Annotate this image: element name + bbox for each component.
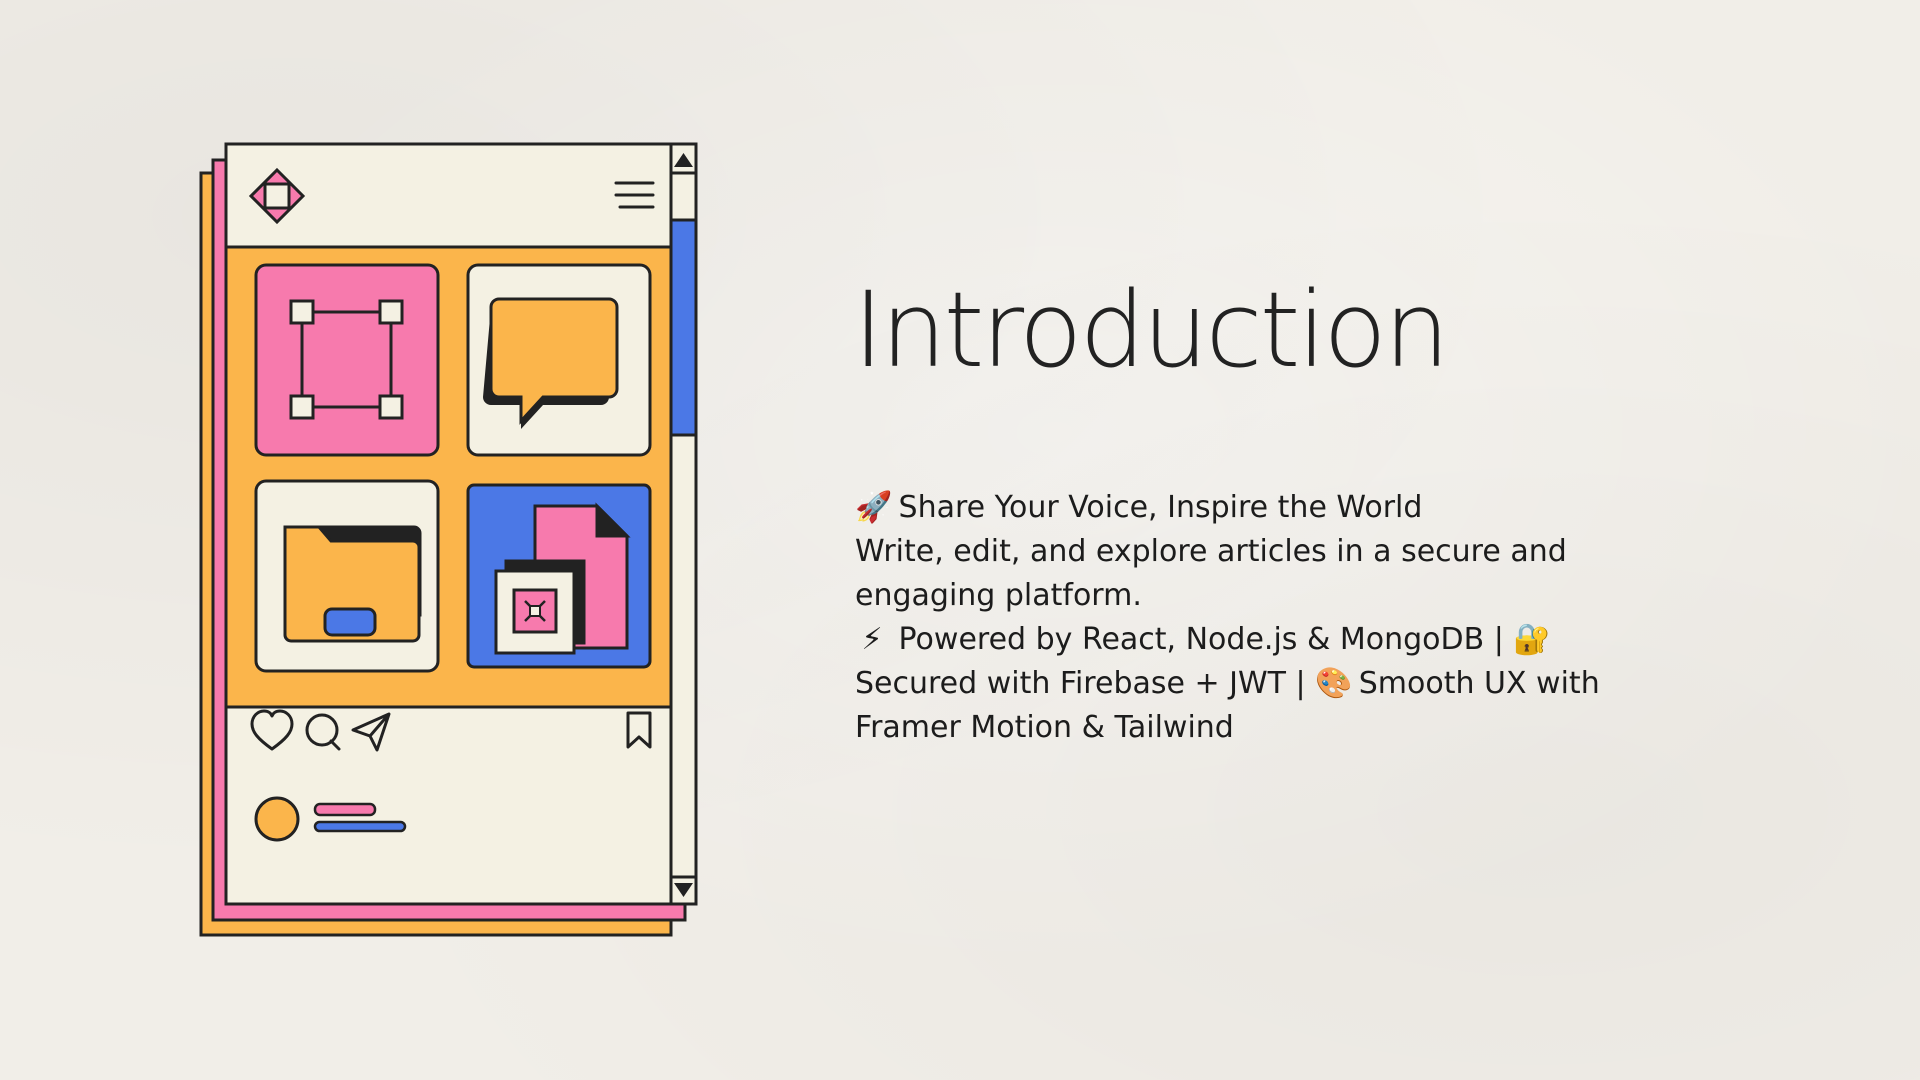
tile-selection (254, 263, 440, 457)
tagline-line: 🚀 Share Your Voice, Inspire the World (855, 486, 1675, 530)
caption-placeholder-bar (313, 820, 407, 833)
slide-title: Introduction (853, 269, 1450, 391)
intro-description: 🚀 Share Your Voice, Inspire the World Wr… (855, 486, 1675, 750)
palette-icon: 🎨 (1315, 666, 1353, 701)
description-line-1: Write, edit, and explore articles in a s… (855, 534, 1567, 569)
description-line-2: engaging platform. (855, 578, 1142, 613)
lightning-icon: ⚡ (861, 622, 883, 657)
libraries-line: Framer Motion & Tailwind (855, 710, 1234, 745)
username-placeholder-bar (313, 802, 377, 817)
security-ux-line: Secured with Firebase + JWT | 🎨 Smooth U… (855, 662, 1675, 706)
rocket-icon: 🚀 (855, 490, 893, 525)
folder-icon (283, 525, 422, 643)
scrollbar-thumb (669, 218, 698, 437)
app-window-illustration (199, 142, 698, 937)
tech-stack-line: ⚡ Powered by React, Node.js & MongoDB | … (855, 618, 1675, 662)
lock-key-icon: 🔐 (1513, 622, 1551, 657)
avatar-circle (254, 796, 300, 842)
